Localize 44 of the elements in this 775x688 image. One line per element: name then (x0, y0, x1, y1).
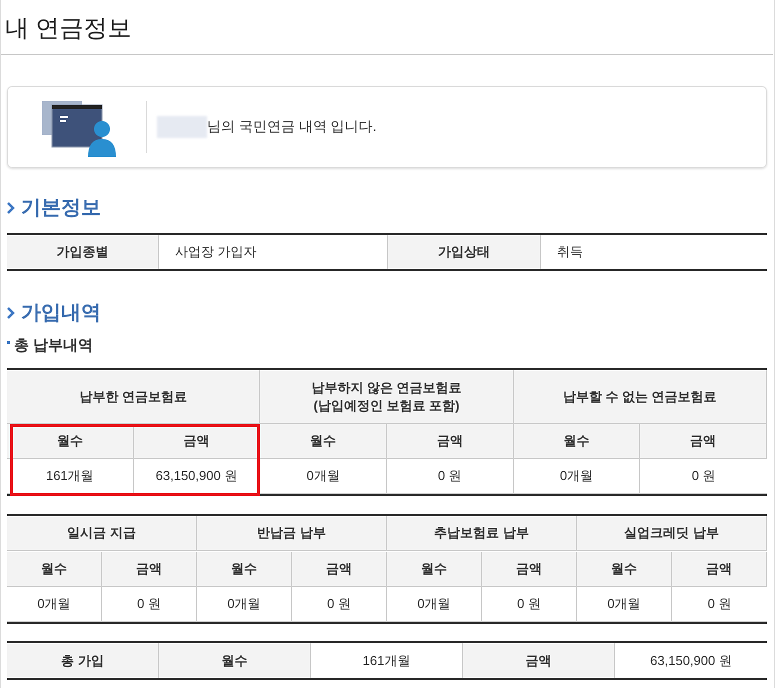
table-header-cell: 금액 (102, 552, 197, 587)
table-header-cell: 월수 (260, 424, 387, 459)
table-cell: 0개월 (387, 587, 482, 622)
table-header-cell: 월수 (514, 424, 640, 459)
table-header-cell: 금액 (672, 552, 767, 587)
table-header-cell: 금액 (386, 424, 514, 459)
table-header-cell: 총 가입 (7, 643, 159, 678)
subsection-heading: 총 납부내역 (14, 336, 94, 355)
table-cell: 0 원 (386, 459, 514, 494)
table-header-cell: 월수 (7, 552, 102, 587)
table-header-cell: 반납금 납부 (197, 516, 387, 551)
chevron-icon (7, 306, 15, 318)
table-header-cell: 납부한 연금보험료 (7, 370, 260, 424)
section-heading: 가입내역 (21, 301, 101, 326)
table-cell: 161개월 (7, 459, 134, 494)
blurred-name (157, 116, 207, 138)
table-header-cell: 금액 (292, 552, 387, 587)
table-header-cell: 금액 (482, 552, 577, 587)
table-header-cell: 월수 (387, 552, 482, 587)
table-cell: 0개월 (514, 459, 640, 494)
table-cell: 0개월 (7, 587, 102, 622)
table-cell: 0개월 (577, 587, 672, 622)
table-header-cell: 월수 (159, 643, 311, 678)
page-title: 내 연금정보 (1, 0, 773, 55)
bullet-icon (7, 341, 10, 344)
table-header-cell: 월수 (197, 552, 292, 587)
table-cell: 0개월 (197, 587, 292, 622)
table-header-cell: 추납보험료 납부 (387, 516, 577, 551)
table-header-cell: 실업크레딧 납부 (577, 516, 767, 551)
intro-message: 님의 국민연금 내역 입니다. (207, 118, 377, 136)
chevron-icon (7, 202, 15, 214)
table-header-cell: 월수 (577, 552, 672, 587)
section-heading: 기본정보 (21, 196, 101, 221)
table-header-cell: 납부할 수 없는 연금보험료 (514, 370, 767, 424)
table-header-cell: 금액 (640, 424, 767, 459)
table-header-cell: 가입상태 (388, 235, 541, 269)
table-header-cell: 납부하지 않은 연금보험료 (납입예정인 보험료 포함) (260, 370, 514, 424)
table-header-cell: 가입종별 (7, 235, 159, 269)
table-cell: 0개월 (260, 459, 387, 494)
table-header-cell: 일시금 지급 (7, 516, 197, 551)
table-cell: 0 원 (482, 587, 577, 622)
table-cell: 0 원 (102, 587, 197, 622)
table-header-cell: 금액 (463, 643, 615, 678)
table-cell: 0 원 (292, 587, 387, 622)
